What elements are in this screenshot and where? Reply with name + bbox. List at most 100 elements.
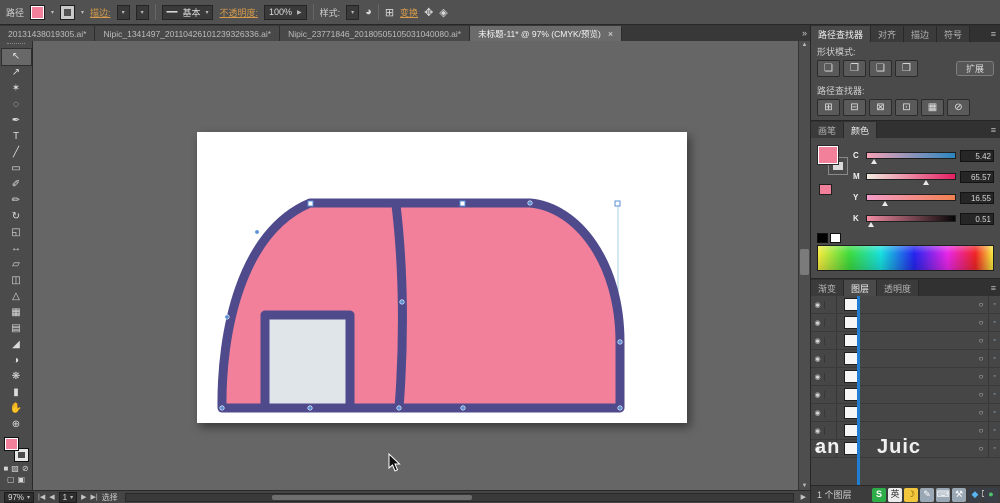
horizontal-scroll-thumb[interactable] xyxy=(272,494,473,500)
anchor-point[interactable] xyxy=(219,405,225,411)
lock-cell[interactable] xyxy=(825,386,837,403)
tools-panel-grip[interactable] xyxy=(7,43,25,47)
slider-handle[interactable] xyxy=(867,222,874,227)
direct-selection-tool[interactable]: ↗ xyxy=(2,65,31,81)
anchor-point[interactable] xyxy=(617,405,623,411)
anchor-handle[interactable] xyxy=(459,200,466,207)
visibility-eye-icon[interactable]: ◉ xyxy=(811,426,825,435)
pen-tool[interactable]: ✒ xyxy=(2,113,31,129)
mesh-tool[interactable]: ▦ xyxy=(2,305,31,321)
draw-mode-icon[interactable]: ▢ xyxy=(7,475,15,484)
black-slider[interactable] xyxy=(866,215,956,227)
layer-target-icon[interactable]: ○ xyxy=(974,318,988,327)
magenta-slider[interactable] xyxy=(866,173,956,185)
tray-icon-blue[interactable]: ◆ xyxy=(968,487,982,502)
tab-color[interactable]: 颜色 xyxy=(844,122,878,138)
panel-menu-icon[interactable]: ≡ xyxy=(991,283,996,293)
last-color-chip[interactable] xyxy=(819,184,832,195)
document-tab-active[interactable]: 未标题-11* @ 97% (CMYK/预览) × xyxy=(470,26,623,41)
type-tool[interactable]: T xyxy=(2,129,31,145)
tab-align[interactable]: 对齐 xyxy=(871,26,905,42)
zoom-dropdown[interactable]: 97% ▾ xyxy=(4,491,35,503)
fill-swatch[interactable] xyxy=(817,145,839,165)
tab-layers[interactable]: 图层 xyxy=(844,280,878,296)
blend-tool[interactable]: ◑ xyxy=(2,353,31,369)
recolor-artwork-icon[interactable]: ◕ xyxy=(365,6,372,18)
eyedropper-tool[interactable]: ◢ xyxy=(2,337,31,353)
visibility-eye-icon[interactable]: ◉ xyxy=(811,408,825,417)
scroll-right-icon[interactable]: ▶ xyxy=(801,493,806,501)
arrange-icon[interactable]: ✥ xyxy=(424,6,433,19)
close-icon[interactable]: × xyxy=(608,29,613,39)
yellow-value[interactable]: 16.55 xyxy=(960,191,994,204)
visibility-eye-icon[interactable]: ◉ xyxy=(811,390,825,399)
layer-row[interactable]: ◉ ○ ◦ xyxy=(811,332,1000,350)
panel-menu-icon[interactable]: ≡ xyxy=(991,29,996,39)
artboard-number-dropdown[interactable]: 1 ▾ xyxy=(58,491,78,503)
layer-select-cell[interactable]: ◦ xyxy=(988,440,1000,457)
fill-stroke-widget[interactable] xyxy=(3,436,29,462)
layer-select-cell[interactable]: ◦ xyxy=(988,404,1000,421)
pathfinder-outline-button[interactable]: ▦ xyxy=(921,99,944,116)
horizontal-scrollbar[interactable] xyxy=(124,492,794,502)
tab-stroke[interactable]: 描边 xyxy=(904,26,938,42)
rectangle-tool[interactable]: ▭ xyxy=(2,161,31,177)
panel-menu-icon[interactable]: ≡ xyxy=(991,125,996,135)
color-spectrum-bar[interactable] xyxy=(817,245,994,271)
house-illustration[interactable] xyxy=(197,132,687,423)
pencil-tool[interactable]: ✏ xyxy=(2,193,31,209)
line-tool[interactable]: ╱ xyxy=(2,145,31,161)
anchor-point[interactable] xyxy=(617,339,623,345)
lock-cell[interactable] xyxy=(825,350,837,367)
visibility-eye-icon[interactable]: ◉ xyxy=(811,300,825,309)
yellow-slider[interactable] xyxy=(866,194,956,206)
prev-artboard-button[interactable]: ◀ xyxy=(49,493,54,501)
visibility-eye-icon[interactable]: ◉ xyxy=(811,318,825,327)
lock-cell[interactable] xyxy=(825,368,837,385)
stroke-weight-dropdown[interactable]: ▾ xyxy=(116,4,130,20)
cyan-slider[interactable] xyxy=(866,152,956,164)
input-mode-icon[interactable]: 英 xyxy=(888,487,902,502)
layer-select-cell[interactable]: ◦ xyxy=(988,314,1000,331)
layer-row[interactable]: ◉ ○ ◦ xyxy=(811,386,1000,404)
tab-pathfinder[interactable]: 路径查找器 xyxy=(811,26,872,42)
layer-target-icon[interactable]: ○ xyxy=(974,408,988,417)
selection-tool[interactable]: ↖ xyxy=(0,48,32,66)
vertical-scroll-thumb[interactable] xyxy=(800,249,809,275)
layer-select-cell[interactable]: ◦ xyxy=(988,386,1000,403)
layer-select-cell[interactable]: ◦ xyxy=(988,332,1000,349)
toolbox-icon[interactable]: ⚒ xyxy=(952,487,966,502)
next-artboard-button[interactable]: ▶ xyxy=(81,493,86,501)
keyboard-icon[interactable]: ⌨ xyxy=(936,487,950,502)
vertical-scrollbar[interactable]: ▲ ▼ xyxy=(798,41,810,490)
pathfinder-exclude-button[interactable]: ❒ xyxy=(895,60,918,77)
layer-select-cell[interactable]: ◦ xyxy=(988,296,1000,313)
scroll-down-icon[interactable]: ▼ xyxy=(799,483,810,489)
stroke-dropdown-icon[interactable]: ▾ xyxy=(81,9,84,16)
black-value[interactable]: 0.51 xyxy=(960,212,994,225)
anchor-point[interactable] xyxy=(396,405,402,411)
layer-select-cell[interactable]: ◦ xyxy=(988,350,1000,367)
tab-transparency[interactable]: 透明度 xyxy=(877,280,920,296)
layer-target-icon[interactable]: ○ xyxy=(974,444,988,453)
fill-dropdown-icon[interactable]: ▾ xyxy=(51,9,54,16)
document-tab-3[interactable]: Nipic_23771846_20180505105031040080.ai* xyxy=(280,26,471,41)
document-tab-2[interactable]: Nipic_1341497_20110426101239326336.ai* xyxy=(95,26,281,41)
anchor-point[interactable] xyxy=(399,299,405,305)
lock-cell[interactable] xyxy=(825,314,837,331)
gradient-tool[interactable]: ▤ xyxy=(2,321,31,337)
magic-wand-tool[interactable]: ✶ xyxy=(2,81,31,97)
lock-cell[interactable] xyxy=(825,404,837,421)
anchor-point[interactable] xyxy=(224,314,230,320)
document-tab-1[interactable]: 20131438019305.ai* xyxy=(0,26,96,41)
scale-tool[interactable]: ◱ xyxy=(2,225,31,241)
align-options-icon[interactable]: ⊞ xyxy=(385,6,394,19)
artboard[interactable] xyxy=(197,132,687,423)
anchor-point[interactable] xyxy=(254,229,260,235)
pathfinder-minus-back-button[interactable]: ⊘ xyxy=(947,99,970,116)
width-tool[interactable]: ↔ xyxy=(2,241,31,257)
layer-target-icon[interactable]: ○ xyxy=(974,426,988,435)
pathfinder-unite-button[interactable]: ❏ xyxy=(817,60,840,77)
brush-definition-dropdown[interactable]: ▾ xyxy=(135,4,149,20)
paintbrush-tool[interactable]: ✐ xyxy=(2,177,31,193)
